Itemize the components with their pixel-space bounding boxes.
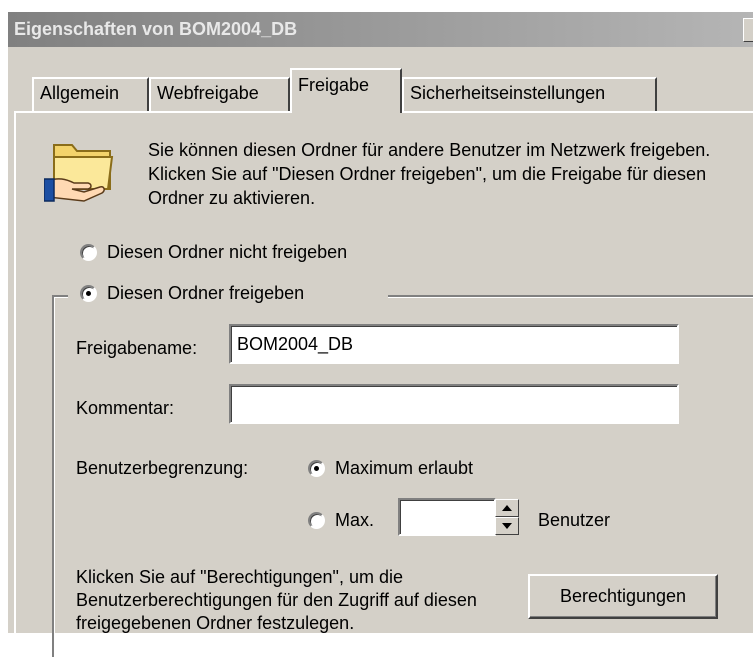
shared-folder-icon <box>43 133 122 208</box>
radio-not-shared-label: Diesen Ordner nicht freigeben <box>107 242 348 262</box>
radio-circle[interactable] <box>308 460 325 477</box>
radio-circle[interactable] <box>308 512 325 529</box>
radio-max-users[interactable]: Max. <box>308 510 374 531</box>
permissions-button[interactable]: Berechtigungen <box>528 574 718 619</box>
maximum-allowed-label: Maximum erlaubt <box>335 458 474 478</box>
user-limit-label: Benutzerbegrenzung: <box>76 458 249 478</box>
comment-label: Kommentar: <box>76 398 175 418</box>
radio-circle[interactable] <box>80 244 97 261</box>
users-label: Benutzer <box>538 510 611 530</box>
radio-maximum-allowed[interactable]: Maximum erlaubt <box>308 458 473 479</box>
arrow-up-icon <box>502 505 512 511</box>
permissions-info: Klicken Sie auf "Berechtigungen", um die… <box>76 567 477 633</box>
close-button[interactable] <box>743 18 753 42</box>
radio-circle[interactable] <box>80 285 97 302</box>
tab-label: Sicherheitseinstellungen <box>410 83 606 103</box>
tab-sicherheitseinstellungen[interactable]: Sicherheitseinstellungen <box>402 77 657 111</box>
window-title: Eigenschaften von BOM2004_DB <box>14 19 298 39</box>
sharing-description: Sie können diesen Ordner für andere Benu… <box>148 140 711 208</box>
tab-label: Freigabe <box>298 75 370 95</box>
max-users-input[interactable] <box>398 498 496 536</box>
share-name-input[interactable] <box>229 324 679 364</box>
radio-not-shared[interactable]: Diesen Ordner nicht freigeben <box>80 242 347 263</box>
spin-up-button[interactable] <box>495 499 519 517</box>
permissions-button-label: Berechtigungen <box>559 586 687 606</box>
share-name-label: Freigabename: <box>76 338 198 358</box>
tab-webfreigabe[interactable]: Webfreigabe <box>149 77 290 111</box>
radio-shared-label: Diesen Ordner freigeben <box>107 283 305 303</box>
arrow-down-icon <box>502 523 512 529</box>
comment-input[interactable] <box>229 384 679 424</box>
title-bar[interactable]: Eigenschaften von BOM2004_DB <box>8 12 753 47</box>
max-label: Max. <box>335 510 375 530</box>
tab-label: Allgemein <box>40 83 120 103</box>
tab-allgemein[interactable]: Allgemein <box>32 77 149 111</box>
radio-shared[interactable]: Diesen Ordner freigeben <box>80 283 304 304</box>
tab-label: Webfreigabe <box>157 83 259 103</box>
spin-down-button[interactable] <box>495 517 519 535</box>
tab-freigabe[interactable]: Freigabe <box>290 68 402 113</box>
